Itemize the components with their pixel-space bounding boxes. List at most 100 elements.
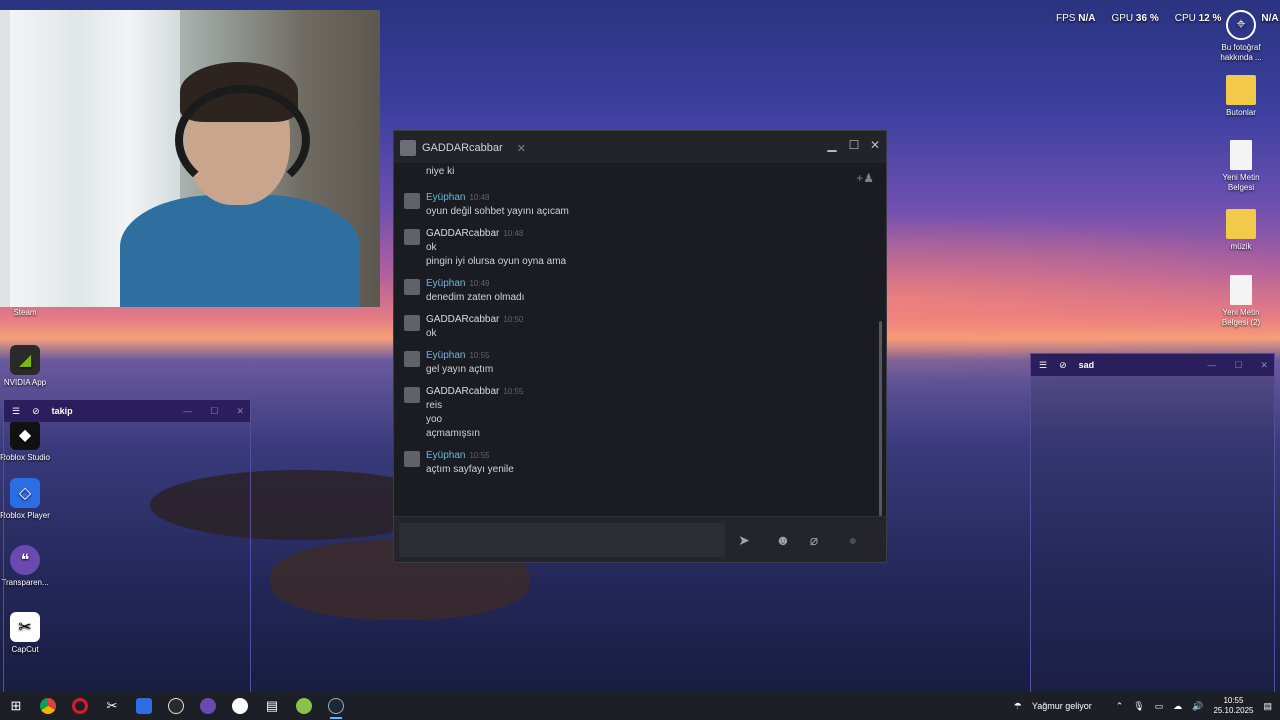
message-text: denedim zaten olmadı bbox=[426, 292, 525, 303]
notification-icon[interactable]: ▤ bbox=[1263, 701, 1272, 712]
chat-message-input[interactable] bbox=[399, 523, 725, 557]
minimize-button[interactable]: ▁ bbox=[822, 135, 842, 155]
chat-message-body: niye ki bbox=[426, 165, 454, 183]
chat-tab[interactable]: GADDARcabbar ✕ bbox=[400, 137, 526, 159]
nvidia-icon: ◢ bbox=[10, 345, 40, 375]
emoticon-icon[interactable]: ☻ bbox=[770, 527, 796, 553]
message-time: 10:48 bbox=[469, 193, 490, 202]
menu-icon[interactable]: ☰ bbox=[12, 406, 20, 417]
close-button[interactable]: ✕ bbox=[236, 406, 244, 417]
maximize-button[interactable]: ☐ bbox=[1234, 360, 1242, 371]
chat-message-body: Eyüphan 10:49 denedim zaten olmadı bbox=[426, 277, 524, 305]
desktop-icon-label: Yeni Metin Belgesi (2) bbox=[1221, 308, 1261, 327]
desktop-icon-muzik[interactable]: müzik bbox=[1211, 209, 1271, 252]
sender-name[interactable]: GADDARcabbar bbox=[426, 228, 499, 239]
message-time: 10:48 bbox=[503, 229, 524, 238]
sad-titlebar[interactable]: ☰ ⊘ sad — ☐ ✕ bbox=[1031, 354, 1274, 376]
chat-message: Eyüphan 10:49 denedim zaten olmadı bbox=[404, 277, 886, 305]
message-time: 10:55 bbox=[469, 451, 490, 460]
sender-name[interactable]: Eyüphan bbox=[426, 278, 465, 289]
avatar bbox=[404, 315, 420, 331]
obs-icon[interactable] bbox=[160, 692, 192, 720]
volume-icon[interactable]: 🔊 bbox=[1192, 701, 1203, 712]
clock-time: 10:55 bbox=[1223, 696, 1244, 705]
sad-window[interactable]: ☰ ⊘ sad — ☐ ✕ bbox=[1030, 353, 1275, 693]
chat-titlebar[interactable]: GADDARcabbar ✕ ▁ ☐ ✕ bbox=[394, 131, 886, 163]
chat-message-body: Eyüphan 10:55 gel yayın açtım bbox=[426, 349, 493, 377]
chat-message-header: GADDARcabbar 10:48 bbox=[426, 227, 566, 241]
opera-icon[interactable] bbox=[64, 692, 96, 720]
maximize-button[interactable]: ☐ bbox=[210, 406, 218, 417]
close-button[interactable]: ✕ bbox=[1260, 360, 1268, 371]
close-button[interactable]: ✕ bbox=[865, 135, 885, 155]
sender-name[interactable]: GADDARcabbar bbox=[426, 314, 499, 325]
chat-tab-name: GADDARcabbar bbox=[422, 142, 503, 154]
steam-taskbar-icon[interactable] bbox=[320, 692, 352, 720]
maximize-button[interactable]: ☐ bbox=[844, 135, 864, 155]
send-icon[interactable]: ➤ bbox=[731, 527, 757, 553]
clock[interactable]: 10:55 25.10.2025 bbox=[1213, 696, 1253, 716]
takip-titlebar[interactable]: ☰ ⊘ takip — ☐ ✕ bbox=[4, 400, 250, 422]
microphone-icon[interactable]: 🎙 bbox=[1133, 701, 1144, 712]
chat-message-header: GADDARcabbar 10:50 bbox=[426, 313, 523, 327]
desktop-icon-text-doc[interactable]: Yeni Metin Belgesi bbox=[1211, 140, 1271, 193]
avatar bbox=[404, 229, 420, 245]
chat-message: Eyüphan 10:55 gel yayın açtım bbox=[404, 349, 886, 377]
chat-message-body: GADDARcabbar 10:48 ok pingin iyi olursa oyu… bbox=[426, 227, 566, 269]
chat-message-list[interactable]: niye ki Eyüphan 10:48 oyun değil sohbet yay… bbox=[394, 165, 886, 517]
network-icon[interactable]: ▭ bbox=[1155, 701, 1164, 712]
desktop-icon-nvidia[interactable]: ◢ NVIDIA App bbox=[0, 345, 55, 388]
takip-window[interactable]: ☰ ⊘ takip — ☐ ✕ bbox=[3, 399, 251, 694]
attachment-icon[interactable]: ⌀ bbox=[801, 527, 827, 553]
chat-input-bar: ➤ ☻ ⌀ ● bbox=[394, 516, 886, 562]
avatar bbox=[404, 351, 420, 367]
desktop-icon-steam[interactable]: Steam bbox=[0, 308, 55, 318]
avatar bbox=[404, 387, 420, 403]
message-text: ok bbox=[426, 328, 437, 339]
chat-message: Eyüphan 10:48 oyun değil sohbet yayını açı… bbox=[404, 191, 886, 219]
cpu-value: 12 % bbox=[1198, 13, 1222, 24]
sender-name[interactable]: Eyüphan bbox=[426, 192, 465, 203]
avatar bbox=[400, 140, 416, 156]
fps-value: N/A bbox=[1078, 13, 1096, 24]
message-text: yoo bbox=[426, 414, 443, 425]
chat-message-header: GADDARcabbar 10:55 bbox=[426, 385, 523, 399]
minimize-button[interactable]: — bbox=[1207, 360, 1216, 371]
sender-name[interactable]: Eyüphan bbox=[426, 450, 465, 461]
chrome-icon[interactable] bbox=[32, 692, 64, 720]
sender-name[interactable]: Eyüphan bbox=[426, 350, 465, 361]
desktop-icon-butonlar[interactable]: Butonlar bbox=[1211, 75, 1271, 118]
chat-message: Eyüphan 10:55 açtım sayfayı yenile bbox=[404, 449, 886, 477]
app-icon[interactable] bbox=[224, 692, 256, 720]
windows-start-icon[interactable]: ⊞ bbox=[0, 692, 32, 720]
desktop-icon-text-doc-2[interactable]: Yeni Metin Belgesi (2) bbox=[1211, 275, 1271, 328]
steam-chat-window[interactable]: GADDARcabbar ✕ ▁ ☐ ✕ +♟ niye ki Eyüphan 10… bbox=[393, 130, 887, 563]
clock-date: 25.10.2025 bbox=[1213, 706, 1254, 715]
weather-icon[interactable]: ☂ bbox=[1014, 701, 1022, 712]
desktop-icon-label: Yeni Metin Belgesi bbox=[1222, 173, 1260, 192]
roblox-taskbar-icon[interactable] bbox=[128, 692, 160, 720]
chevron-up-icon[interactable]: ⌃ bbox=[1116, 701, 1124, 712]
weather-text[interactable]: Yağmur geliyor bbox=[1032, 701, 1092, 711]
message-time: 10:55 bbox=[503, 387, 524, 396]
capcut-taskbar-icon[interactable]: ✂ bbox=[96, 692, 128, 720]
message-text: açtım sayfayı yenile bbox=[426, 464, 514, 475]
chat-message: GADDARcabbar 10:55 reis yoo açmamışsın bbox=[404, 385, 886, 441]
sender-name[interactable]: GADDARcabbar bbox=[426, 386, 499, 397]
voice-icon[interactable]: ● bbox=[840, 527, 866, 553]
message-time: 10:50 bbox=[503, 315, 524, 324]
webcam-person-shirt bbox=[120, 195, 360, 307]
minimize-button[interactable]: — bbox=[183, 406, 192, 417]
menu-icon[interactable]: ☰ bbox=[1039, 360, 1047, 371]
chat-message-body: GADDARcabbar 10:50 ok bbox=[426, 313, 523, 341]
webcam-headset bbox=[175, 85, 310, 195]
chat-message-body: GADDARcabbar 10:55 reis yoo açmamışsın bbox=[426, 385, 523, 441]
file-explorer-icon[interactable]: ▤ bbox=[256, 692, 288, 720]
gpu-label: GPU bbox=[1111, 13, 1134, 24]
transparent-chat-icon[interactable] bbox=[192, 692, 224, 720]
message-text: gel yayın açtım bbox=[426, 364, 494, 375]
game-icon[interactable] bbox=[288, 692, 320, 720]
cloud-icon[interactable]: ☁ bbox=[1173, 701, 1182, 712]
chat-scrollbar[interactable] bbox=[879, 321, 882, 516]
close-tab-icon[interactable]: ✕ bbox=[517, 142, 526, 155]
